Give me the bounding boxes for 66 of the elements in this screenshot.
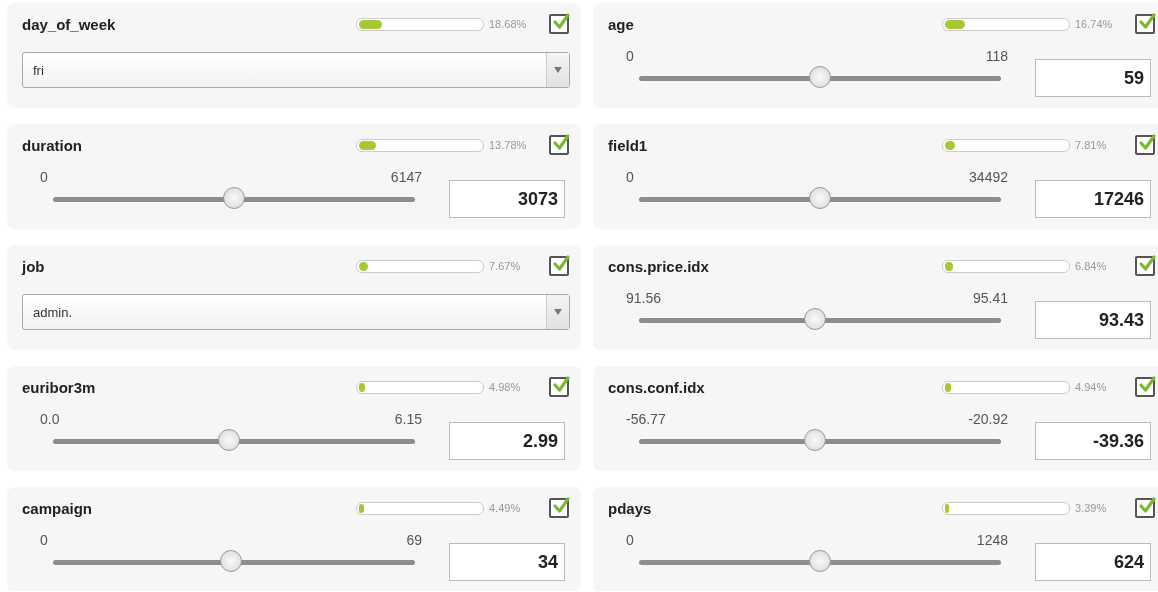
max-label: 118 [985, 48, 1008, 64]
feature-name: cons.conf.idx [608, 378, 706, 396]
feature-name: cons.price.idx [608, 257, 710, 275]
importance-percent: 4.94% [1075, 381, 1108, 393]
feature-name: campaign [22, 499, 94, 517]
slider-thumb[interactable] [803, 429, 826, 451]
checkbox[interactable] [1135, 256, 1155, 276]
importance-percent: 4.49% [489, 502, 522, 514]
checkbox[interactable] [549, 377, 569, 397]
feature-name: duration [22, 136, 83, 154]
checkbox[interactable] [1135, 135, 1155, 155]
caret-icon [554, 309, 562, 315]
max-label: 95.41 [972, 290, 1008, 306]
min-label: 0 [40, 169, 48, 185]
slider-thumb[interactable] [220, 550, 243, 572]
slider-thumb[interactable] [223, 187, 245, 209]
feature-name: euribor3m [22, 378, 97, 396]
importance-percent: 7.67% [489, 260, 522, 272]
feature-name: pdays [608, 499, 653, 517]
min-label: 0.0 [40, 411, 60, 427]
min-label: -56.77 [626, 411, 666, 427]
min-label: 0 [626, 169, 634, 185]
checkbox[interactable] [1135, 498, 1155, 518]
min-label: 91.56 [626, 290, 662, 306]
dropdown[interactable]: fri [22, 52, 570, 88]
max-label: 1248 [976, 532, 1008, 548]
feature-name: day_of_week [22, 15, 117, 33]
value-field[interactable]: 2.99 [449, 422, 565, 460]
slider-thumb[interactable] [803, 308, 826, 330]
checkbox[interactable] [549, 256, 569, 276]
min-label: 0 [626, 48, 634, 64]
max-label: 6.15 [394, 411, 422, 427]
dropdown[interactable]: admin. [22, 294, 570, 330]
slider-thumb[interactable] [809, 550, 831, 572]
slider-thumb[interactable] [217, 429, 240, 451]
slider-thumb[interactable] [809, 66, 831, 88]
max-label: 69 [406, 532, 422, 548]
importance-percent: 16.74% [1075, 18, 1114, 30]
checkbox[interactable] [1135, 14, 1155, 34]
max-label: 6147 [390, 169, 422, 185]
max-label: 34492 [969, 169, 1008, 185]
checkbox[interactable] [549, 14, 569, 34]
checkbox[interactable] [549, 135, 569, 155]
importance-percent: 6.84% [1075, 260, 1108, 272]
value-field[interactable]: 624 [1035, 543, 1151, 581]
checkbox[interactable] [549, 498, 569, 518]
value-field[interactable]: 17246 [1035, 180, 1151, 218]
min-label: 0 [626, 532, 634, 548]
max-label: -20.92 [968, 411, 1008, 427]
importance-percent: 13.78% [489, 139, 528, 151]
feature-name: age [608, 15, 635, 33]
value-field[interactable]: -39.36 [1035, 422, 1151, 460]
value-field[interactable]: 34 [449, 543, 565, 581]
importance-percent: 3.39% [1075, 502, 1108, 514]
importance-percent: 7.81% [1075, 139, 1108, 151]
value-field[interactable]: 59 [1035, 59, 1151, 97]
slider-thumb[interactable] [809, 187, 831, 209]
importance-percent: 4.98% [489, 381, 522, 393]
value-field[interactable]: 3073 [449, 180, 565, 218]
caret-icon [554, 67, 562, 73]
min-label: 0 [40, 532, 48, 548]
feature-name: field1 [608, 136, 649, 154]
importance-percent: 18.68% [489, 18, 528, 30]
value-field[interactable]: 93.43 [1035, 301, 1151, 339]
feature-name: job [22, 257, 46, 275]
checkbox[interactable] [1135, 377, 1155, 397]
